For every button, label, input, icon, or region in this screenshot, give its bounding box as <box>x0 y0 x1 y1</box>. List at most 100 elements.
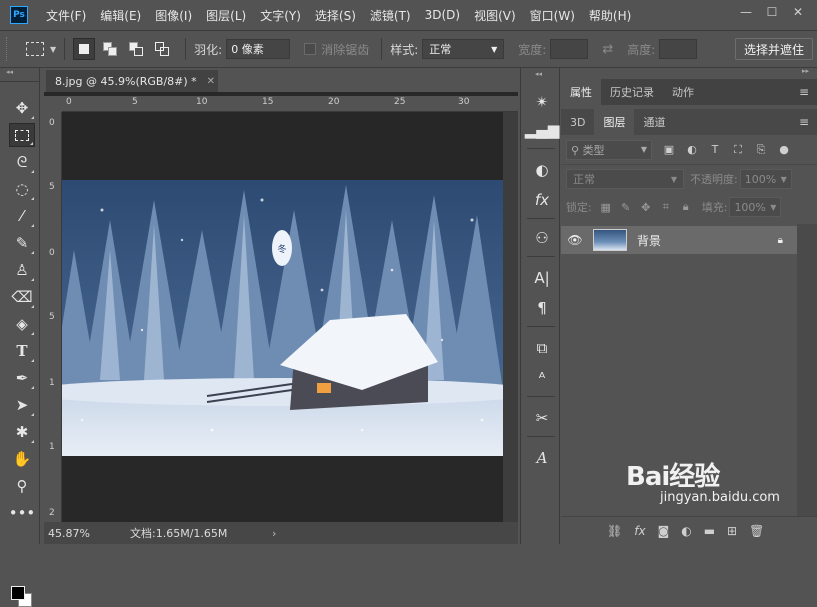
add-selection-button[interactable] <box>99 38 121 60</box>
pen-tool-icon[interactable]: ✒ <box>9 366 35 390</box>
layer-name[interactable]: 背景 <box>637 232 661 249</box>
styles-fx-icon[interactable]: fx <box>530 188 554 212</box>
vertical-scrollbar[interactable] <box>503 112 518 522</box>
panel-collapse-icon[interactable]: ◂◂ <box>535 70 542 78</box>
more-tools-icon[interactable]: ••• <box>9 501 36 525</box>
lasso-tool-icon[interactable]: ᘓ <box>9 150 35 174</box>
menu-view[interactable]: 视图(V) <box>474 7 516 24</box>
feather-input[interactable]: 0 像素 <box>226 39 291 59</box>
lock-position-icon[interactable]: ✥ <box>640 201 652 214</box>
panel-expand-icon[interactable]: ▸▸ <box>802 67 809 75</box>
minimize-button[interactable]: — <box>733 3 759 21</box>
filter-adjustment-icon[interactable]: ◐ <box>686 143 698 156</box>
width-input[interactable] <box>550 39 589 59</box>
lock-image-icon[interactable]: ✎ <box>620 201 632 214</box>
status-menu-arrow-icon[interactable]: › <box>272 527 276 540</box>
layer-style-icon[interactable]: fx <box>634 524 645 538</box>
horizontal-ruler[interactable]: 0 5 10 15 20 25 30 <box>62 96 518 112</box>
menu-type[interactable]: 文字(Y) <box>260 7 301 24</box>
filter-type-icon[interactable]: T <box>709 143 721 156</box>
menu-help[interactable]: 帮助(H) <box>589 7 631 24</box>
paragraph-icon[interactable]: ¶ <box>530 296 554 320</box>
menu-file[interactable]: 文件(F) <box>46 7 86 24</box>
options-grip[interactable] <box>6 37 10 61</box>
panel-menu-icon[interactable]: ≡ <box>799 115 809 129</box>
filter-smart-object-icon[interactable]: ⎘ <box>755 143 767 157</box>
paragraph-styles-icon[interactable]: ⧉ <box>530 336 554 360</box>
lock-all-icon[interactable]: 🔒︎ <box>680 200 692 214</box>
swap-icon[interactable]: ⇄ <box>602 42 613 57</box>
lock-artboard-icon[interactable]: ⌗ <box>660 200 672 214</box>
menu-image[interactable]: 图像(I) <box>155 7 192 24</box>
document-tab[interactable]: 8.jpg @ 45.9%(RGB/8#) * ✕ <box>46 70 218 92</box>
visibility-eye-icon[interactable]: 👁︎ <box>561 233 589 247</box>
adjustment-layer-icon[interactable]: ◐ <box>681 524 691 538</box>
clone-source-icon[interactable]: ⚇ <box>530 226 554 250</box>
brush-tool-icon[interactable]: ✎ <box>9 231 35 255</box>
menu-layer[interactable]: 图层(L) <box>206 7 246 24</box>
tab-properties[interactable]: 属性 <box>561 79 601 105</box>
opacity-input[interactable]: 100% ▼ <box>739 169 792 189</box>
rect-marquee-tool-icon[interactable] <box>9 123 35 147</box>
layers-scrollbar[interactable] <box>797 224 817 516</box>
shape-tool-icon[interactable]: ✱ <box>9 420 35 444</box>
character-styles-icon[interactable]: ᴬ <box>530 366 554 390</box>
menu-window[interactable]: 窗口(W) <box>530 7 575 24</box>
navigator-icon[interactable]: ✴ <box>530 90 554 114</box>
type-tool-icon[interactable]: T <box>9 339 35 363</box>
new-layer-icon[interactable]: ⊞ <box>727 524 737 538</box>
eraser-tool-icon[interactable]: ⌫ <box>9 285 35 309</box>
ruler-origin[interactable] <box>44 96 62 112</box>
lock-transparent-icon[interactable]: ▦ <box>600 201 612 214</box>
close-button[interactable]: ✕ <box>785 3 811 21</box>
rect-marquee-preset-icon[interactable] <box>26 42 44 56</box>
new-group-icon[interactable]: ▬ <box>704 524 715 538</box>
chevron-down-icon[interactable]: ▼ <box>50 45 56 54</box>
select-and-mask-button[interactable]: 选择并遮住 <box>734 38 813 60</box>
layer-lock-icon[interactable]: 🔒︎ <box>778 235 783 246</box>
antialias-checkbox[interactable] <box>304 43 317 55</box>
filter-shape-icon[interactable]: ⛶ <box>732 143 744 157</box>
tools-collapse-icon[interactable]: ◂◂ <box>0 68 39 82</box>
link-layers-icon[interactable]: ⛓ <box>607 524 622 538</box>
move-tool-icon[interactable]: ✥ <box>9 96 35 120</box>
layer-thumbnail[interactable] <box>593 229 627 251</box>
layer-row[interactable]: 👁︎ 背景 🔒︎ <box>561 226 797 254</box>
intersect-selection-button[interactable] <box>151 38 173 60</box>
eyedropper-tool-icon[interactable]: ⁄ <box>9 204 35 228</box>
restore-button[interactable]: ☐ <box>759 3 785 21</box>
histogram-icon[interactable]: ▂▄▆ <box>525 118 560 142</box>
foreground-color-swatch[interactable] <box>11 586 25 600</box>
zoom-level[interactable]: 45.87% <box>44 527 108 540</box>
close-tab-icon[interactable]: ✕ <box>207 76 215 87</box>
height-input[interactable] <box>659 39 698 59</box>
new-selection-button[interactable] <box>73 38 96 60</box>
zoom-tool-icon[interactable]: ⚲ <box>9 474 35 498</box>
gradient-tool-icon[interactable]: ◈ <box>9 312 35 336</box>
hand-tool-icon[interactable]: ✋ <box>9 447 35 471</box>
menu-edit[interactable]: 编辑(E) <box>100 7 141 24</box>
menu-3d[interactable]: 3D(D) <box>425 8 460 22</box>
character-icon[interactable]: A| <box>530 266 554 290</box>
quick-select-tool-icon[interactable]: ◌ <box>9 177 35 201</box>
blend-mode-select[interactable]: 正常 ▼ <box>566 169 684 189</box>
menu-select[interactable]: 选择(S) <box>315 7 356 24</box>
filter-pixel-icon[interactable]: ▣ <box>663 143 675 156</box>
tab-3d[interactable]: 3D <box>561 109 594 135</box>
filter-toggle-icon[interactable]: ● <box>778 143 790 156</box>
tool-presets-icon[interactable]: ✂ <box>530 406 554 430</box>
delete-layer-icon[interactable]: 🗑︎ <box>749 524 764 538</box>
glyphs-icon[interactable]: A <box>530 446 554 470</box>
layer-filter-select[interactable]: ⚲ 类型 ▼ <box>566 139 652 160</box>
style-select[interactable]: 正常 ▼ <box>422 39 505 59</box>
panel-menu-icon[interactable]: ≡ <box>799 85 809 99</box>
menu-filter[interactable]: 滤镜(T) <box>370 7 411 24</box>
stamp-tool-icon[interactable]: ♙ <box>9 258 35 282</box>
tab-layers[interactable]: 图层 <box>594 109 635 135</box>
subtract-selection-button[interactable] <box>125 38 147 60</box>
path-select-tool-icon[interactable]: ➤ <box>9 393 35 417</box>
tab-history[interactable]: 历史记录 <box>601 79 663 105</box>
tab-channels[interactable]: 通道 <box>634 109 674 135</box>
adjustments-icon[interactable]: ◐ <box>530 158 554 182</box>
fill-input[interactable]: 100% ▼ <box>729 197 782 217</box>
